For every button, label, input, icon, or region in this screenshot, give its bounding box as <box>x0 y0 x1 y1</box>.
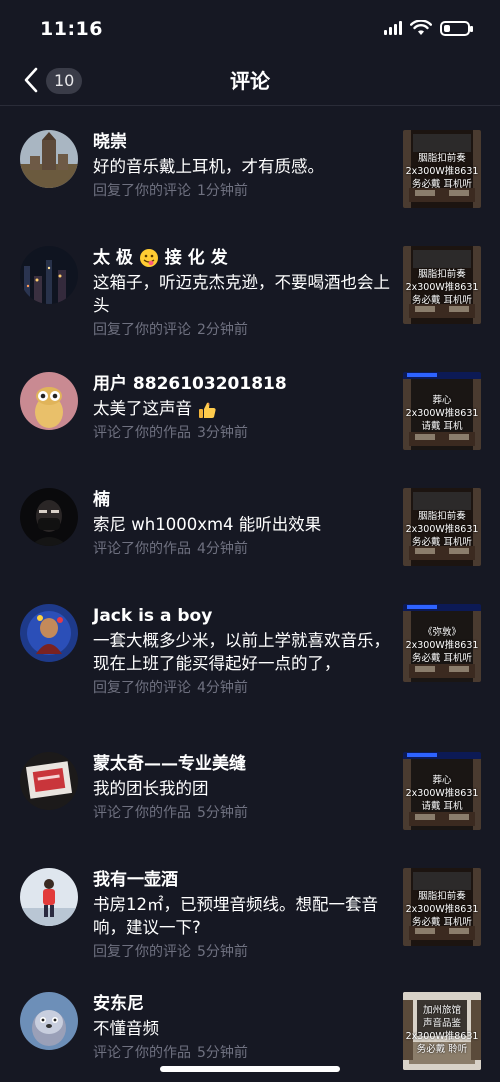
activity-label: 回复了你的评论 <box>93 322 191 338</box>
comment-text: 书房12㎡，已预埋音频线。想配一套音响，建议一下? <box>93 895 378 937</box>
timestamp: 5分钟前 <box>197 1045 248 1061</box>
comment-text-content: 太美了这声音 <box>93 399 192 418</box>
wifi-icon <box>410 20 432 35</box>
activity-label: 评论了你的作品 <box>93 541 191 557</box>
comment-meta: 回复了你的评论 1分钟前 <box>93 181 393 201</box>
comment-text: 我的团长我的团 <box>93 779 209 798</box>
username[interactable]: 安东尼 <box>93 992 393 1016</box>
video-thumbnail[interactable]: 胭脂扣前奏 2x300W推8631 务必戴 耳机听 <box>403 130 481 208</box>
comment-meta: 回复了你的评论 5分钟前 <box>93 942 393 962</box>
avatar[interactable] <box>20 130 78 188</box>
thumbs-up-emoji <box>199 402 216 418</box>
activity-label: 回复了你的评论 <box>93 944 191 960</box>
video-thumbnail[interactable]: 胭脂扣前奏 2x300W推8631 务必戴 耳机听 <box>403 246 481 324</box>
timestamp: 1分钟前 <box>197 183 248 199</box>
username[interactable]: Jack is a boy <box>93 604 393 628</box>
video-thumbnail[interactable]: 加州旅馆 声音品鉴 2x300W推8631 务必戴 聆听 <box>403 992 481 1070</box>
activity-label: 回复了你的评论 <box>93 183 191 199</box>
activity-label: 回复了你的评论 <box>93 680 191 696</box>
avatar[interactable] <box>20 992 78 1050</box>
activity-label: 评论了你的作品 <box>93 805 191 821</box>
comment-text: 索尼 wh1000xm4 能听出效果 <box>93 515 322 534</box>
video-thumbnail[interactable]: 葬心 2x300W推8631 请戴 耳机 <box>403 372 481 450</box>
username[interactable]: 晓崇 <box>93 130 393 154</box>
comment-meta: 评论了你的作品 5分钟前 <box>93 803 393 823</box>
thumbnail-caption: 葬心 2x300W推8631 请戴 耳机 <box>405 775 479 812</box>
video-thumbnail[interactable]: 《弥敦》 2x300W推8631 务必戴 耳机听 <box>403 604 481 682</box>
comment-meta: 评论了你的作品 4分钟前 <box>93 539 393 559</box>
battery-level <box>444 24 450 32</box>
avatar[interactable] <box>20 488 78 546</box>
timestamp: 4分钟前 <box>197 541 248 557</box>
activity-label: 评论了你的作品 <box>93 425 191 441</box>
comment-text: 太美了这声音 <box>93 397 393 420</box>
thumbnail-caption: 加州旅馆 声音品鉴 2x300W推8631 务必戴 聆听 <box>405 1005 479 1055</box>
comment-text: 一套大概多少米，以前上学就喜欢音乐，现在上班了能买得起好一点的了， <box>93 631 390 673</box>
thumbnail-caption: 《弥敦》 2x300W推8631 务必戴 耳机听 <box>405 627 479 664</box>
tongue-face-emoji <box>139 249 158 267</box>
comment-text: 这箱子，听迈克杰克逊，不要喝酒也会上头 <box>93 273 390 315</box>
thumbnail-caption: 胭脂扣前奏 2x300W推8631 务必戴 耳机听 <box>405 891 479 928</box>
home-indicator[interactable] <box>160 1066 340 1072</box>
video-thumbnail[interactable]: 胭脂扣前奏 2x300W推8631 务必戴 耳机听 <box>403 488 481 566</box>
username-part: 太 极 <box>93 248 133 268</box>
thumbnail-caption: 葬心 2x300W推8631 请戴 耳机 <box>405 395 479 432</box>
timestamp: 4分钟前 <box>197 680 248 696</box>
cellular-signal-icon <box>384 21 402 35</box>
thumbnail-caption: 胭脂扣前奏 2x300W推8631 务必戴 耳机听 <box>405 511 479 548</box>
activity-label: 评论了你的作品 <box>93 1045 191 1061</box>
comment-meta: 评论了你的作品 3分钟前 <box>93 423 393 443</box>
timestamp: 5分钟前 <box>197 805 248 821</box>
username[interactable]: 楠 <box>93 488 393 512</box>
video-thumbnail[interactable]: 葬心 2x300W推8631 请戴 耳机 <box>403 752 481 830</box>
comment-meta: 评论了你的作品 5分钟前 <box>93 1043 393 1063</box>
avatar[interactable] <box>20 868 78 926</box>
timestamp: 3分钟前 <box>197 425 248 441</box>
avatar[interactable] <box>20 246 78 304</box>
avatar[interactable] <box>20 372 78 430</box>
comment-text: 不懂音频 <box>93 1019 159 1038</box>
status-icons <box>384 20 473 36</box>
username[interactable]: 太 极 接 化 发 <box>93 246 393 270</box>
timestamp: 2分钟前 <box>197 322 248 338</box>
comment-text: 好的音乐戴上耳机，才有质感。 <box>93 157 324 176</box>
comment-meta: 回复了你的评论 4分钟前 <box>93 678 393 698</box>
status-bar: 11:16 <box>0 0 500 56</box>
avatar[interactable] <box>20 752 78 810</box>
avatar[interactable] <box>20 604 78 662</box>
video-thumbnail[interactable]: 胭脂扣前奏 2x300W推8631 务必戴 耳机听 <box>403 868 481 946</box>
battery-icon <box>440 20 473 36</box>
username[interactable]: 蒙太奇——专业美缝 <box>93 752 393 776</box>
page-title: 评论 <box>230 69 270 93</box>
thumbnail-caption: 胭脂扣前奏 2x300W推8631 务必戴 耳机听 <box>405 269 479 306</box>
thumbnail-caption: 胭脂扣前奏 2x300W推8631 务必戴 耳机听 <box>405 153 479 190</box>
comment-meta: 回复了你的评论 2分钟前 <box>93 320 393 340</box>
username[interactable]: 用户 8826103201818 <box>93 372 393 396</box>
status-time: 11:16 <box>40 18 103 40</box>
nav-bar: 10 评论 <box>0 56 500 106</box>
timestamp: 5分钟前 <box>197 944 248 960</box>
username-part: 接 化 发 <box>164 248 228 268</box>
username[interactable]: 我有一壶酒 <box>93 868 393 892</box>
